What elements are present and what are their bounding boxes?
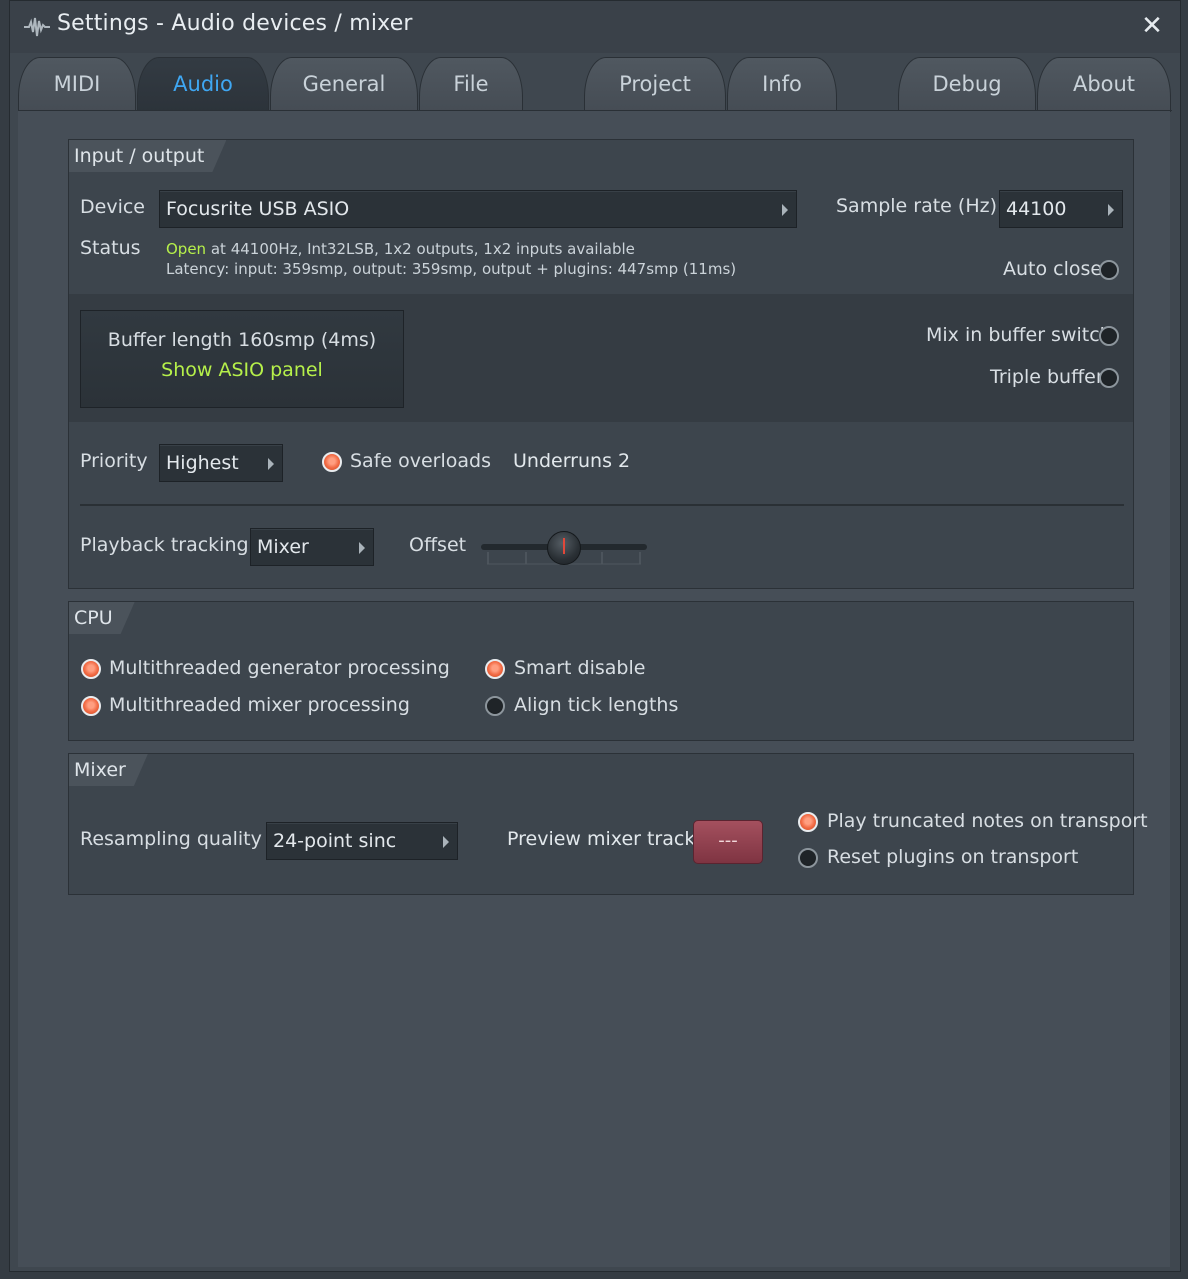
multithreaded-mixer-toggle[interactable] [81, 696, 101, 716]
status-label: Status [80, 237, 141, 259]
input-output-panel: Input / output Device Focusrite USB ASIO… [68, 139, 1134, 589]
chevron-right-icon [782, 204, 788, 216]
align-tick-lengths-label: Align tick lengths [514, 694, 679, 716]
tab-midi[interactable]: MIDI [18, 57, 136, 112]
show-asio-panel-link[interactable]: Show ASIO panel [81, 359, 403, 381]
smart-disable-toggle[interactable] [485, 659, 505, 679]
safe-overloads-toggle[interactable] [322, 452, 342, 472]
underruns-count: Underruns 2 [513, 450, 631, 472]
cpu-panel: CPU Multithreaded generator processing M… [68, 601, 1134, 741]
preview-mixer-track-label: Preview mixer track [507, 828, 696, 850]
sample-rate-value: 44100 [1006, 198, 1067, 220]
offset-knob[interactable] [547, 531, 581, 565]
tab-project[interactable]: Project [584, 57, 726, 112]
tab-audio[interactable]: Audio [137, 57, 269, 112]
playback-tracking-label: Playback tracking [80, 534, 249, 556]
sample-rate-label: Sample rate (Hz) [836, 195, 997, 217]
resampling-quality-select[interactable]: 24-point sinc [266, 822, 458, 860]
audio-settings-content: Input / output Device Focusrite USB ASIO… [18, 111, 1170, 1267]
triple-buffer-label: Triple buffer [990, 366, 1104, 388]
buffer-settings-button[interactable]: Buffer length 160smp (4ms) Show ASIO pan… [80, 310, 404, 408]
latency-info: Latency: input: 359smp, output: 359smp, … [166, 260, 737, 278]
input-output-header: Input / output [69, 140, 226, 172]
chevron-right-icon [1108, 204, 1114, 216]
reset-plugins-label: Reset plugins on transport [827, 846, 1079, 868]
mix-in-buffer-switch-toggle[interactable] [1099, 326, 1119, 346]
tab-file[interactable]: File [419, 57, 523, 112]
triple-buffer-toggle[interactable] [1099, 368, 1119, 388]
knob-pointer [563, 538, 565, 554]
mixer-panel: Mixer Resampling quality 24-point sinc P… [68, 753, 1148, 895]
resampling-quality-label: Resampling quality [80, 828, 262, 850]
auto-close-toggle[interactable] [1099, 260, 1119, 280]
tab-debug[interactable]: Debug [898, 57, 1036, 112]
auto-close-label: Auto close [1003, 258, 1103, 280]
priority-label: Priority [80, 450, 148, 472]
cpu-header: CPU [69, 602, 135, 634]
multithreaded-generator-label: Multithreaded generator processing [109, 657, 450, 679]
priority-value: Highest [166, 452, 239, 474]
close-icon[interactable]: ✕ [1138, 11, 1166, 41]
sample-rate-select[interactable]: 44100 [999, 190, 1123, 228]
tab-about[interactable]: About [1037, 57, 1171, 112]
tab-info[interactable]: Info [727, 57, 837, 112]
mix-in-buffer-switch-label: Mix in buffer switch [926, 324, 1112, 346]
playback-tracking-value: Mixer [257, 536, 309, 558]
offset-label: Offset [409, 534, 467, 556]
tab-general[interactable]: General [270, 57, 418, 112]
status-open: Open [166, 240, 207, 258]
device-label: Device [80, 196, 145, 218]
multithreaded-generator-toggle[interactable] [81, 659, 101, 679]
mixer-header: Mixer [69, 754, 148, 786]
settings-window: Settings - Audio devices / mixer ✕ MIDI … [9, 0, 1181, 1272]
status-detail: at 44100Hz, Int32LSB, 1x2 outputs, 1x2 i… [210, 240, 635, 258]
chevron-right-icon [443, 836, 449, 848]
align-tick-lengths-toggle[interactable] [485, 696, 505, 716]
smart-disable-label: Smart disable [514, 657, 646, 679]
preview-mixer-track-button[interactable]: --- [693, 820, 763, 864]
buffer-length: Buffer length 160smp (4ms) [107, 329, 377, 351]
resampling-quality-value: 24-point sinc [273, 830, 397, 852]
reset-plugins-toggle[interactable] [798, 848, 818, 868]
chevron-right-icon [268, 458, 274, 470]
device-value: Focusrite USB ASIO [166, 198, 350, 220]
safe-overloads-label: Safe overloads [350, 450, 491, 472]
chevron-right-icon [359, 542, 365, 554]
play-truncated-label: Play truncated notes on transport [827, 810, 1148, 832]
device-select[interactable]: Focusrite USB ASIO [159, 190, 797, 228]
title-bar[interactable]: Settings - Audio devices / mixer ✕ [10, 1, 1180, 53]
playback-tracking-select[interactable]: Mixer [250, 528, 374, 566]
waveform-icon [24, 17, 50, 37]
divider [80, 504, 1124, 506]
window-title: Settings - Audio devices / mixer [57, 11, 413, 36]
play-truncated-toggle[interactable] [798, 812, 818, 832]
multithreaded-mixer-label: Multithreaded mixer processing [109, 694, 410, 716]
priority-select[interactable]: Highest [159, 444, 283, 482]
status-line: Open at 44100Hz, Int32LSB, 1x2 outputs, … [166, 240, 635, 258]
